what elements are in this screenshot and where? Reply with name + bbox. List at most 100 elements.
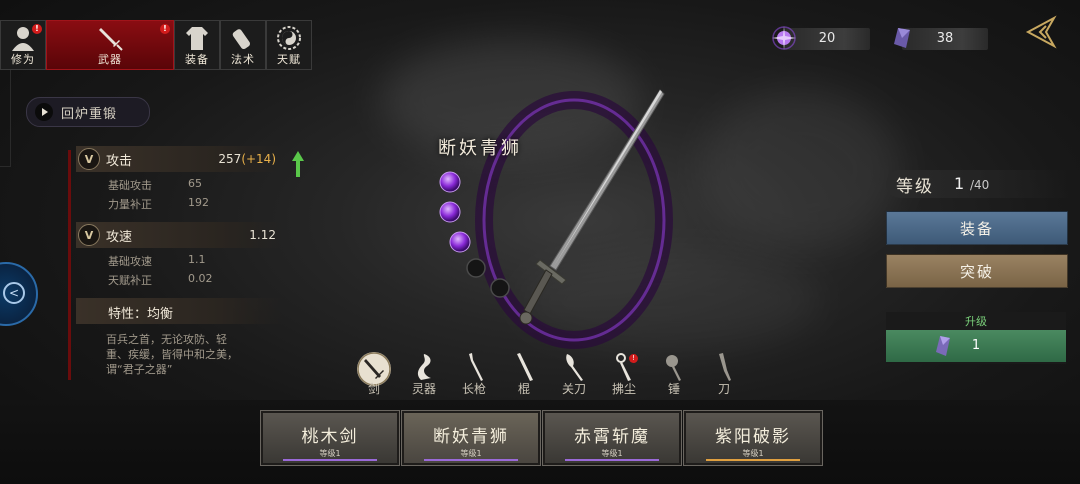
rarity-bar — [424, 459, 518, 461]
smoke-decor — [700, 90, 900, 250]
stat-label: 天赋补正 — [108, 274, 152, 287]
tab-label: 装备 — [185, 53, 209, 66]
attack-header[interactable]: V 攻击 257(+14) — [76, 146, 282, 172]
level-label: 等级 — [896, 177, 934, 197]
weapon-card-level: 等级1 — [601, 449, 623, 458]
weapon-card[interactable]: 紫阳破影 等级1 — [684, 411, 822, 465]
type-label: 剑 — [367, 382, 380, 396]
type-label: 拂尘 — [611, 382, 636, 396]
attack-base-value: 257 — [218, 152, 242, 166]
weapon-card[interactable]: 断妖青狮 等级1 — [402, 411, 540, 465]
type-saber[interactable]: 刀 — [704, 352, 744, 398]
guandao-icon — [566, 354, 583, 381]
type-label: 关刀 — [561, 382, 586, 396]
speed-title: 攻速 — [106, 229, 133, 245]
tab-badge: ! — [160, 24, 170, 34]
weapon-card[interactable]: 赤霄斩魔 等级1 — [543, 411, 681, 465]
stats-divider — [68, 150, 71, 380]
type-guandao[interactable]: 关刀 — [554, 352, 594, 398]
attack-bonus: (+14) — [241, 152, 276, 166]
type-label: 刀 — [717, 382, 730, 396]
level-current: 1 — [954, 174, 965, 193]
weapon-card-name: 断妖青狮 — [433, 427, 509, 447]
tab-label: 天赋 — [277, 53, 301, 66]
weapon-card-name: 桃木剑 — [301, 427, 359, 447]
trait-header: 特性：均衡 — [76, 298, 282, 324]
weapon-card-level: 等级1 — [319, 449, 341, 458]
upgrade-panel: 升级 1 — [886, 312, 1066, 364]
stat-row: 基础攻击 65 — [108, 177, 202, 193]
upgrade-cost: 1 — [971, 338, 981, 353]
left-panel-edge — [0, 70, 11, 167]
trait-title: 特性：均衡 — [108, 307, 174, 322]
level-max: /40 — [970, 178, 990, 192]
gem-slot-filled[interactable] — [439, 171, 461, 193]
stat-value: 0.02 — [188, 272, 213, 285]
saber-icon — [719, 353, 731, 381]
play-icon — [35, 103, 53, 121]
gem-slot-filled[interactable] — [449, 231, 471, 253]
staff-icon — [517, 353, 533, 381]
level-display: 等级 1 /40 — [886, 170, 1072, 198]
tab-label: 修为 — [11, 53, 35, 66]
weapon-card[interactable]: 桃木剑 等级1 — [261, 411, 399, 465]
upgrade-label: 升级 — [965, 315, 987, 328]
trait-description: 百兵之首，无论攻防、轻重、疾缓，皆得中和之美，谓“君子之器” — [106, 333, 238, 376]
rarity-bar — [706, 459, 800, 461]
type-hammer[interactable]: 锤 — [654, 352, 694, 398]
weapon-type-bar: 剑 灵器 长枪 棍 关刀 ! 拂尘 锤 刀 — [352, 352, 752, 398]
weapon-screen: ! 修为 ! 武器 装备 法术 天赋 20 38 回炉重锻 V 攻击 257(+… — [0, 0, 1080, 484]
weapon-card-name: 紫阳破影 — [715, 427, 791, 447]
weapon-card-name: 赤霄斩魔 — [574, 427, 650, 447]
type-whisk[interactable]: ! 拂尘 — [604, 352, 644, 398]
back-button[interactable]: < — [0, 262, 38, 326]
tab-label: 法术 — [231, 53, 255, 66]
type-badge: ! — [629, 354, 638, 363]
tab-label: 武器 — [98, 53, 122, 66]
gem-slot-empty[interactable] — [490, 278, 510, 298]
gem-slot-filled[interactable] — [439, 201, 461, 223]
currency-orb: 20 — [772, 26, 870, 50]
stat-value: 192 — [188, 196, 209, 209]
stat-label: 基础攻速 — [108, 255, 152, 268]
type-artifact[interactable]: 灵器 — [404, 352, 444, 398]
recast-label: 回炉重锻 — [61, 106, 118, 122]
top-nav: ! 修为 ! 武器 装备 法术 天赋 — [0, 20, 312, 70]
rarity-bar — [283, 459, 377, 461]
scroll-icon — [232, 29, 251, 50]
type-spear[interactable]: 长枪 — [454, 352, 494, 398]
menu-corner-icon[interactable] — [1022, 14, 1058, 50]
weapon-card-level: 等级1 — [742, 449, 764, 458]
chevron-down-icon: V — [78, 148, 100, 170]
type-staff[interactable]: 棍 — [504, 352, 544, 398]
tab-equipment[interactable]: 装备 — [174, 20, 220, 70]
currency-value: 38 — [936, 31, 954, 46]
type-label: 棍 — [517, 382, 530, 396]
type-label: 长枪 — [461, 382, 486, 396]
upgrade-button[interactable]: 1 — [886, 330, 1066, 362]
stat-row: 力量补正 192 — [108, 196, 209, 212]
tab-talent[interactable]: 天赋 — [266, 20, 312, 70]
type-label: 锤 — [667, 382, 680, 396]
currency-crystal: 38 — [894, 28, 988, 50]
tab-weapons[interactable]: ! 武器 — [46, 20, 174, 70]
stat-label: 力量补正 — [108, 198, 152, 211]
tab-spells[interactable]: 法术 — [220, 20, 266, 70]
recast-button[interactable]: 回炉重锻 — [26, 97, 150, 127]
stat-row: 基础攻速 1.1 — [108, 253, 206, 269]
type-label: 灵器 — [411, 382, 436, 396]
equip-button[interactable]: 装备 — [886, 211, 1068, 245]
tab-cultivation[interactable]: ! 修为 — [0, 20, 46, 70]
weapon-name: 断妖青狮 — [438, 138, 522, 159]
gem-slot-empty[interactable] — [466, 258, 486, 278]
tab-badge: ! — [32, 24, 42, 34]
attack-title: 攻击 — [106, 153, 133, 169]
type-sword[interactable]: 剑 — [354, 352, 394, 398]
speed-header[interactable]: V 攻速 1.12 — [76, 222, 282, 248]
chevron-down-icon: V — [78, 224, 100, 246]
stat-label: 基础攻击 — [108, 179, 152, 192]
sword-icon — [99, 28, 123, 51]
gem-slots — [439, 171, 510, 298]
stat-row: 天赋补正 0.02 — [108, 272, 213, 288]
breakthrough-button[interactable]: 突破 — [886, 254, 1068, 288]
